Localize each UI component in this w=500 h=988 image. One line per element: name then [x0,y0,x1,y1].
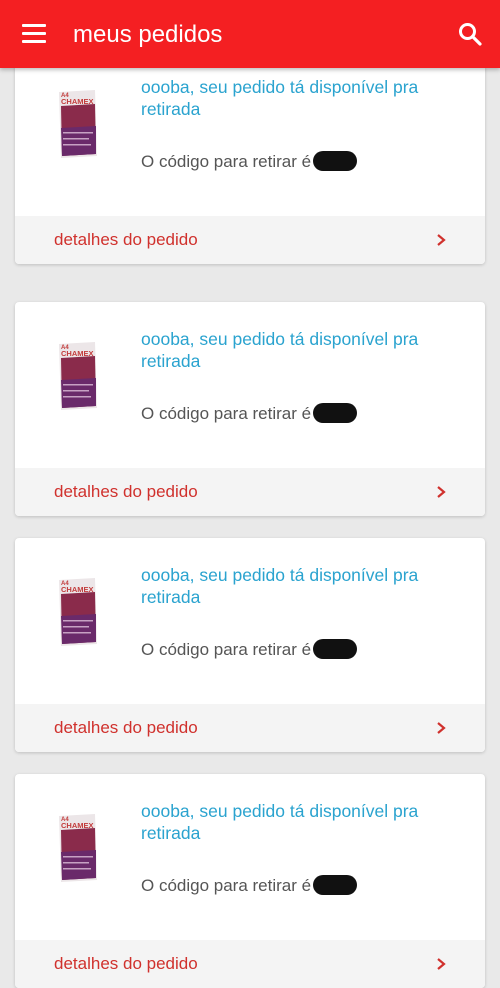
order-status-title: oooba, seu pedido tá disponível pra reti… [141,801,419,843]
order-card: A4 CHAMEX oooba, seu pedido tá disponíve… [15,50,485,264]
order-details-label: detalhes do pedido [54,230,198,249]
order-status-title: oooba, seu pedido tá disponível pra reti… [141,77,419,119]
order-card-body[interactable]: A4 CHAMEX oooba, seu pedido tá disponíve… [15,538,485,704]
chevron-right-icon [437,234,446,246]
chevron-right-icon [437,722,446,734]
pickup-code-line: O código para retirar é [141,874,358,897]
order-card: A4 CHAMEX oooba, seu pedido tá disponíve… [15,538,485,752]
pickup-code-line: O código para retirar é [141,402,358,425]
pickup-code-label: O código para retirar é [141,404,312,423]
order-card-body[interactable]: A4 CHAMEX oooba, seu pedido tá disponíve… [15,302,485,468]
redacted-code [313,150,358,171]
pickup-code-line: O código para retirar é [141,638,358,661]
pickup-code-line: O código para retirar é [141,150,358,173]
order-card-body[interactable]: A4 CHAMEX oooba, seu pedido tá disponíve… [15,774,485,940]
order-status-title: oooba, seu pedido tá disponível pra reti… [141,329,419,371]
chevron-right-icon [437,958,446,970]
pickup-code-label: O código para retirar é [141,876,312,895]
hamburger-menu-icon[interactable] [22,24,46,44]
product-thumbnail: A4 CHAMEX [55,88,100,160]
product-brand-label: CHAMEX [61,585,94,594]
product-thumbnail: A4 CHAMEX [55,340,100,412]
order-details-label: detalhes do pedido [54,482,198,501]
search-icon[interactable] [456,20,484,48]
page-title: meus pedidos [73,21,223,48]
redacted-code [313,874,358,895]
order-card: A4 CHAMEX oooba, seu pedido tá disponíve… [15,774,485,988]
pickup-code-label: O código para retirar é [141,640,312,659]
order-status-title: oooba, seu pedido tá disponível pra reti… [141,565,419,607]
order-details-label: detalhes do pedido [54,954,198,973]
order-details-link[interactable]: detalhes do pedido [15,216,485,264]
redacted-code [313,638,358,659]
app-bar: meus pedidos [0,0,500,68]
product-brand-label: CHAMEX [61,349,94,358]
product-thumbnail: A4 CHAMEX [55,812,100,884]
order-details-link[interactable]: detalhes do pedido [15,940,485,988]
product-brand-label: CHAMEX [61,97,94,106]
chevron-right-icon [437,486,446,498]
pickup-code-label: O código para retirar é [141,152,312,171]
order-details-link[interactable]: detalhes do pedido [15,468,485,516]
order-card-body[interactable]: A4 CHAMEX oooba, seu pedido tá disponíve… [15,50,485,216]
order-card: A4 CHAMEX oooba, seu pedido tá disponíve… [15,302,485,516]
product-brand-label: CHAMEX [61,821,94,830]
order-details-label: detalhes do pedido [54,718,198,737]
product-thumbnail: A4 CHAMEX [55,576,100,648]
order-details-link[interactable]: detalhes do pedido [15,704,485,752]
redacted-code [313,402,358,423]
